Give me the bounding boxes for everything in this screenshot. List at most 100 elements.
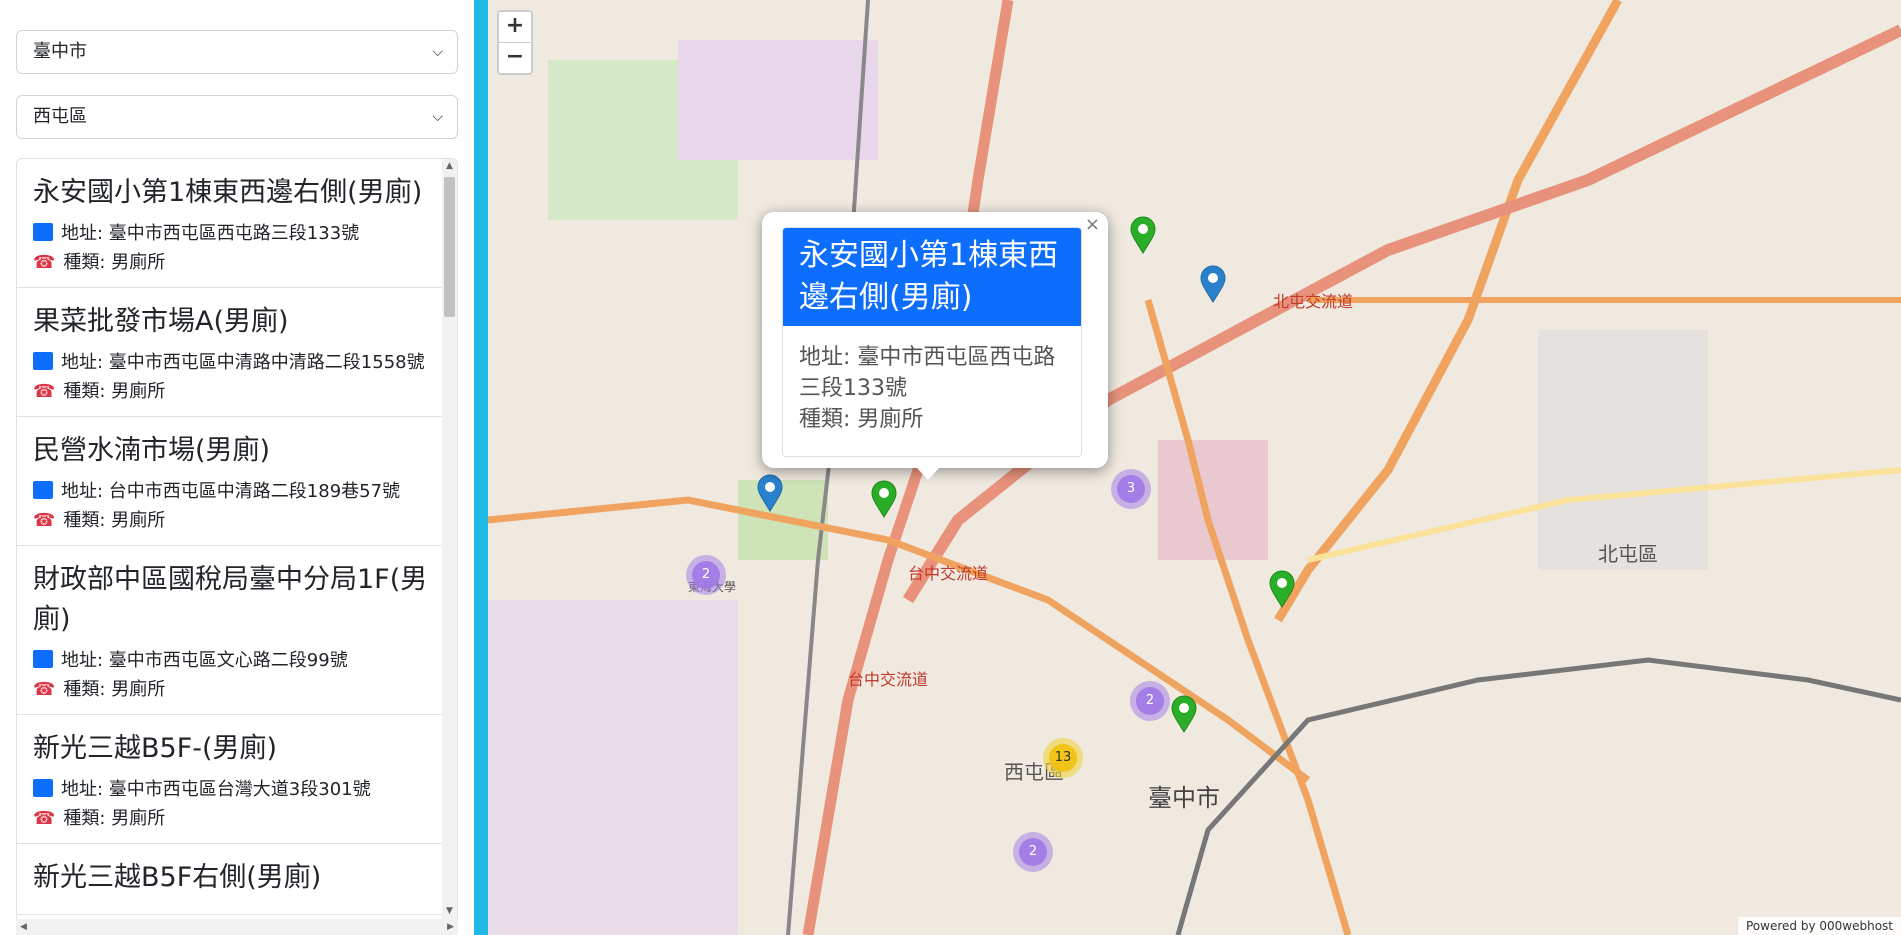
map-popup: × 永安國小第1棟東西邊右側(男廁) 地址: 臺中市西屯區西屯路三段133號 種… xyxy=(762,212,1108,480)
district-select-value: 西屯區 xyxy=(33,106,87,127)
phone-icon: ☎ xyxy=(33,510,56,531)
marker-green-icon[interactable] xyxy=(1269,570,1295,608)
type-value: 男廁所 xyxy=(111,252,166,273)
list-item-title: 新光三越B5F右側(男廁) xyxy=(33,862,322,893)
list-item-address: 地址: 臺中市西屯區西屯路三段133號 xyxy=(33,219,428,248)
marker-green-icon[interactable] xyxy=(871,480,897,518)
address-value: 臺中市西屯區西屯路三段133號 xyxy=(108,223,360,244)
marker-green-icon[interactable] xyxy=(1130,216,1156,254)
map[interactable]: 北屯區 西屯區 臺中市 台中交流道 台中交流道 北屯交流道 東海大學 3 2 2… xyxy=(488,0,1901,935)
sidebar: 臺中市 ⌵ 西屯區 ⌵ 永安國小第1棟東西邊右側(男廁) 地址: 臺中市西屯區西… xyxy=(0,0,478,935)
zoom-in-button[interactable]: + xyxy=(499,12,531,43)
map-label-interchange-a: 台中交流道 xyxy=(908,564,989,583)
address-prefix: 地址: xyxy=(61,481,109,502)
cluster-count: 13 xyxy=(1049,744,1077,772)
address-value: 臺中市西屯區中清路中清路二段1558號 xyxy=(108,352,425,373)
phone-icon: ☎ xyxy=(33,252,56,273)
phone-icon: ☎ xyxy=(33,679,56,700)
zoom-out-button[interactable]: − xyxy=(499,43,531,73)
list-item[interactable]: 新光三越B5F-(男廁) 地址: 臺中市西屯區台灣大道3段301號 ☎ 種類: 男… xyxy=(17,715,444,844)
type-prefix: 種類: xyxy=(63,510,112,531)
map-label-interchange-b: 台中交流道 xyxy=(848,670,929,689)
type-prefix: 種類: xyxy=(63,381,112,402)
marker-cluster[interactable]: 13 xyxy=(1043,738,1083,778)
address-prefix: 地址: xyxy=(61,352,109,373)
list-scrollbar[interactable]: ▲ ▼ xyxy=(442,159,457,934)
cluster-count: 2 xyxy=(1019,838,1047,866)
popup-title: 永安國小第1棟東西邊右側(男廁) xyxy=(783,228,1081,326)
list-item-address: 地址: 臺中市西屯區文心路二段99號 xyxy=(33,646,428,675)
list-item[interactable]: 新光三越B5F右側(男廁) xyxy=(17,844,444,915)
horizontal-scrollbar[interactable]: ◀ ▶ xyxy=(16,919,458,935)
district-select[interactable]: 西屯區 ⌵ xyxy=(16,95,458,139)
map-icon xyxy=(33,481,53,499)
address-value: 台中市西屯區中清路二段189巷57號 xyxy=(108,481,401,502)
map-attribution[interactable]: Powered by 000webhost xyxy=(1738,917,1901,935)
marker-cluster[interactable]: 2 xyxy=(1130,681,1170,721)
address-value: 臺中市西屯區台灣大道3段301號 xyxy=(108,779,371,800)
list-item[interactable]: 永安國小第1棟東西邊右側(男廁) 地址: 臺中市西屯區西屯路三段133號 ☎ 種類… xyxy=(17,159,444,288)
address-prefix: 地址: xyxy=(61,650,109,671)
list-item-title: 民營水湳市場(男廁) xyxy=(33,435,271,466)
list-item-title: 果菜批發市場A(男廁) xyxy=(33,306,289,337)
map-label-taichung: 臺中市 xyxy=(1148,784,1220,812)
scrollbar-thumb[interactable] xyxy=(444,177,455,317)
list-item-address: 地址: 臺中市西屯區中清路中清路二段1558號 xyxy=(33,348,428,377)
map-label-beitun-ic: 北屯交流道 xyxy=(1273,292,1354,311)
type-prefix: 種類: xyxy=(63,252,112,273)
zoom-control: + − xyxy=(497,10,533,75)
list-item[interactable]: 民營水湳市場(男廁) 地址: 台中市西屯區中清路二段189巷57號 ☎ 種類: 男… xyxy=(17,417,444,546)
marker-cluster[interactable]: 3 xyxy=(1111,469,1151,509)
cluster-count: 3 xyxy=(1117,475,1145,503)
type-value: 男廁所 xyxy=(111,808,166,829)
list-item[interactable]: 果菜批發市場A(男廁) 地址: 臺中市西屯區中清路中清路二段1558號 ☎ 種類:… xyxy=(17,288,444,417)
scroll-down-icon[interactable]: ▼ xyxy=(442,906,457,916)
marker-cluster[interactable]: 2 xyxy=(1013,832,1053,872)
phone-icon: ☎ xyxy=(33,381,56,402)
list-item-title: 新光三越B5F-(男廁) xyxy=(33,733,278,764)
address-value: 臺中市西屯區文心路二段99號 xyxy=(108,650,348,671)
scroll-up-icon[interactable]: ▲ xyxy=(442,161,457,171)
map-icon xyxy=(33,223,53,241)
list-item-address: 地址: 台中市西屯區中清路二段189巷57號 xyxy=(33,477,428,506)
marker-blue-icon[interactable] xyxy=(757,474,783,512)
type-prefix: 種類: xyxy=(63,808,112,829)
address-prefix: 地址: xyxy=(61,779,109,800)
map-icon xyxy=(33,650,53,668)
list-item-address: 地址: 臺中市西屯區台灣大道3段301號 xyxy=(33,775,428,804)
map-icon xyxy=(33,779,53,797)
city-select-value: 臺中市 xyxy=(33,41,87,62)
type-value: 男廁所 xyxy=(111,679,166,700)
popup-address: 地址: 臺中市西屯區西屯路三段133號 xyxy=(799,345,1056,401)
city-select[interactable]: 臺中市 ⌵ xyxy=(16,30,458,74)
marker-cluster[interactable]: 2 xyxy=(686,555,726,595)
type-prefix: 種類: xyxy=(63,679,112,700)
chevron-down-icon: ⌵ xyxy=(432,44,443,60)
popup-card: 永安國小第1棟東西邊右側(男廁) 地址: 臺中市西屯區西屯路三段133號 種類:… xyxy=(782,227,1082,457)
popup-close-button[interactable]: × xyxy=(1085,214,1100,235)
type-value: 男廁所 xyxy=(111,381,166,402)
popup-body: 地址: 臺中市西屯區西屯路三段133號 種類: 男廁所 xyxy=(783,326,1081,451)
list-item-type: ☎ 種類: 男廁所 xyxy=(33,675,428,704)
cluster-count: 2 xyxy=(1136,687,1164,715)
scroll-right-icon[interactable]: ▶ xyxy=(447,919,454,935)
popup-type: 種類: 男廁所 xyxy=(799,407,924,432)
toilet-list: 永安國小第1棟東西邊右側(男廁) 地址: 臺中市西屯區西屯路三段133號 ☎ 種類… xyxy=(16,158,458,935)
phone-icon: ☎ xyxy=(33,808,56,829)
scroll-left-icon[interactable]: ◀ xyxy=(20,919,27,935)
list-item-type: ☎ 種類: 男廁所 xyxy=(33,377,428,406)
list-item-type: ☎ 種類: 男廁所 xyxy=(33,248,428,277)
list-item-type: ☎ 種類: 男廁所 xyxy=(33,804,428,833)
list-item-title: 永安國小第1棟東西邊右側(男廁) xyxy=(33,177,423,208)
marker-green-icon[interactable] xyxy=(1171,695,1197,733)
list-item[interactable]: 財政部中區國稅局臺中分局1F(男廁) 地址: 臺中市西屯區文心路二段99號 ☎ 種… xyxy=(17,546,444,715)
popup-tip xyxy=(917,468,939,480)
map-icon xyxy=(33,352,53,370)
address-prefix: 地址: xyxy=(61,223,109,244)
marker-blue-icon[interactable] xyxy=(1200,265,1226,303)
list-item-title: 財政部中區國稅局臺中分局1F(男廁) xyxy=(33,564,428,635)
chevron-down-icon: ⌵ xyxy=(432,109,443,125)
cluster-count: 2 xyxy=(692,561,720,589)
type-value: 男廁所 xyxy=(111,510,166,531)
map-label-beitun: 北屯區 xyxy=(1598,542,1658,566)
